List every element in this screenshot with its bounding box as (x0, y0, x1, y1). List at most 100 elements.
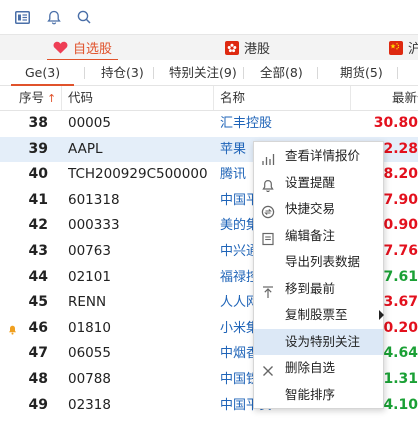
group-tab-ge[interactable]: Ge(3) (11, 60, 75, 86)
header-code[interactable]: 代码 (68, 86, 93, 110)
group-tabs: Ge(3) 持仓(3) 特别关注(9) 全部(8) 期货(5) (0, 60, 418, 86)
row-name[interactable]: 汇丰控股 (220, 111, 360, 136)
context-menu: 查看详情报价 设置提醒快捷交易编辑备注导出列表数据 移到最前复制股票至设为特别关注删… (253, 141, 384, 409)
group-tab-label: 特别关注(9) (169, 65, 237, 80)
layout-icon[interactable] (13, 8, 31, 26)
divider (317, 67, 318, 79)
divider (213, 86, 214, 110)
group-tab-holdings[interactable]: 持仓(3) (101, 60, 144, 85)
menu-item-label: 删除自选 (285, 360, 336, 375)
row-index: 40 (28, 166, 48, 183)
menu-item-label: 编辑备注 (285, 227, 336, 243)
menu-item-quick-trade[interactable]: 快捷交易 (254, 196, 383, 222)
tab-sh[interactable]: 沪 (389, 35, 418, 60)
row-index: 50 (8, 418, 48, 423)
row-code: 01810 (68, 319, 111, 336)
submenu-arrow-icon (379, 310, 384, 320)
row-index: 38 (28, 115, 48, 131)
menu-item-label: 智能排序 (285, 386, 336, 402)
row-index: 45 (28, 294, 48, 311)
menu-item-set-special-watch[interactable]: 设为特别关注 (254, 328, 383, 355)
row-index: 46 (28, 319, 48, 336)
row-code: AAPL (68, 140, 103, 157)
row-index: 39 (28, 140, 48, 157)
group-tab-all[interactable]: 全部(8) (260, 60, 303, 85)
divider (243, 67, 244, 79)
row-index: 47 (28, 345, 48, 362)
row-code: TCH200929C500000 (68, 166, 208, 183)
note-icon (261, 229, 275, 245)
bell-icon (261, 176, 275, 192)
tab-label: 港股 (244, 42, 271, 57)
menu-item-copy-stock-to[interactable]: 复制股票至 (254, 302, 384, 328)
menu-item-move-to-top[interactable]: 移到最前 (254, 276, 383, 302)
row-index: 43 (28, 243, 48, 259)
close-icon (261, 361, 275, 376)
table-header: 序号↑ 代码 名称 最新价 (0, 86, 418, 111)
header-name[interactable]: 名称 (220, 86, 245, 110)
menu-item-set-alert[interactable]: 设置提醒 (254, 170, 383, 196)
tab-watchlist[interactable]: 自选股 (47, 35, 119, 61)
bar-chart-icon (261, 149, 275, 165)
header-price[interactable]: 最新价 (392, 86, 418, 110)
divider (61, 86, 62, 110)
heart-icon (53, 41, 68, 54)
table-row[interactable]: 38 00005 汇丰控股 30.80 (0, 111, 418, 137)
tab-hk[interactable]: 港股 (225, 35, 270, 60)
menu-item-label: 快捷交易 (285, 201, 336, 216)
market-tabs: 自选股 港股 沪 (0, 34, 418, 61)
menu-item-label: 设为特别关注 (285, 333, 361, 349)
group-tab-label: 全部(8) (260, 65, 303, 80)
group-tab-special[interactable]: 特别关注(9) (169, 60, 237, 85)
divider (84, 67, 85, 79)
menu-item-label: 设置提醒 (285, 174, 336, 190)
menu-item-label: 导出列表数据 (285, 254, 361, 269)
group-tab-label: 期货(5) (340, 65, 383, 80)
row-code: PH (68, 418, 214, 423)
group-tab-futures[interactable]: 期货(5) (340, 60, 383, 85)
move-top-icon (261, 282, 275, 298)
menu-item-label: 复制股票至 (285, 307, 348, 322)
row-index: 41 (28, 191, 48, 208)
trade-icon (261, 202, 275, 219)
divider (153, 67, 154, 79)
row-code: 000333 (68, 217, 120, 234)
row-price: 354.59 (350, 418, 418, 423)
row-code: 00763 (68, 243, 111, 259)
tab-label: 自选股 (73, 42, 113, 57)
row-code: 00788 (68, 371, 111, 387)
header-index[interactable]: 序号 ↑ (19, 86, 56, 110)
row-code: 06055 (68, 345, 111, 362)
menu-item-smart-sort[interactable]: 智能排序 (254, 382, 383, 408)
row-price: 30.80 (373, 115, 418, 131)
row-index: 48 (28, 371, 48, 387)
top-toolbar (0, 0, 418, 34)
menu-item-view-quote[interactable]: 查看详情报价 (254, 143, 383, 169)
menu-item-export-list[interactable]: 导出列表数据 (254, 249, 383, 275)
group-tab-label: Ge(3) (25, 65, 61, 80)
row-code: RENN (68, 294, 107, 311)
row-name[interactable]: PH (220, 418, 360, 423)
menu-item-delete-watchlist[interactable]: 删除自选 (254, 355, 383, 381)
menu-item-edit-note[interactable]: 编辑备注 (254, 223, 383, 249)
row-index: 49 (28, 396, 48, 413)
cn-flag-icon (389, 40, 403, 55)
tab-label: 沪 (408, 42, 418, 57)
search-icon[interactable] (75, 8, 93, 26)
row-code: 601318 (68, 191, 120, 208)
row-index: 44 (28, 268, 48, 285)
row-index: 42 (28, 217, 48, 234)
table-row[interactable]: 50PHPH354.59 (0, 418, 418, 423)
menu-item-label: 查看详情报价 (285, 148, 361, 163)
divider (350, 86, 351, 110)
divider (397, 67, 398, 79)
header-index-label: 序号 (19, 90, 45, 105)
group-tab-label: 持仓(3) (101, 65, 144, 80)
row-code: 02318 (68, 396, 111, 413)
row-code: 02101 (68, 268, 111, 285)
sort-arrow-icon: ↑ (47, 92, 57, 105)
hk-flag-icon (225, 40, 239, 55)
bell-icon[interactable] (45, 8, 63, 26)
menu-item-label: 移到最前 (285, 280, 336, 296)
row-code: 00005 (68, 115, 111, 131)
